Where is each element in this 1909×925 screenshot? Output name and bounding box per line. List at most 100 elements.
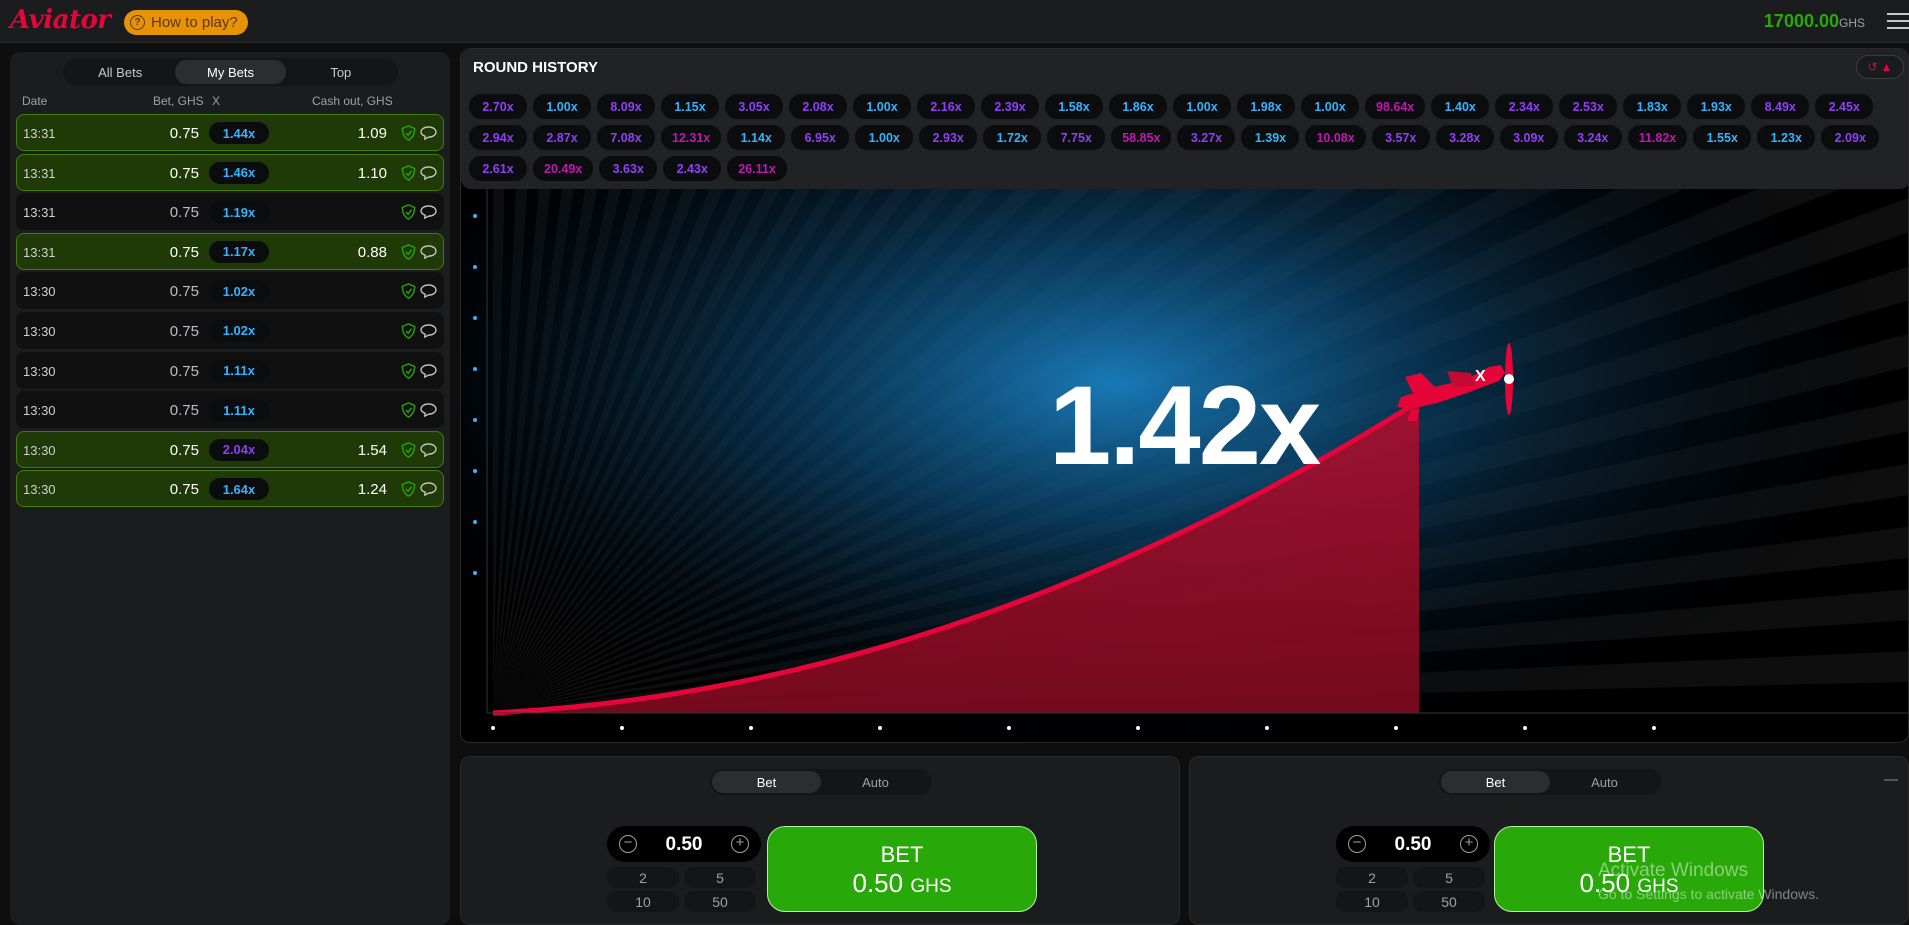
- provably-fair-shield-icon[interactable]: [401, 481, 416, 498]
- round-history-chip[interactable]: 12.31x: [661, 125, 722, 150]
- round-history-chip[interactable]: 2.09x: [1821, 125, 1880, 150]
- tab-auto[interactable]: Auto: [1550, 771, 1659, 793]
- round-history-chip[interactable]: 3.27x: [1177, 125, 1236, 150]
- quick-amount-button[interactable]: 10: [1336, 891, 1408, 912]
- tab-bet[interactable]: Bet: [712, 771, 821, 793]
- round-history-chip[interactable]: 1.83x: [1623, 94, 1682, 119]
- chat-bubble-icon[interactable]: [420, 443, 437, 457]
- bet-row-amount: 0.75: [169, 243, 199, 261]
- round-history-chip[interactable]: 2.39x: [981, 94, 1039, 119]
- round-history-chip[interactable]: 1.58x: [1045, 94, 1103, 119]
- round-history-chip[interactable]: 8.09x: [597, 94, 655, 119]
- round-history-chip[interactable]: 11.82x: [1627, 125, 1688, 150]
- bet-row-cashout: 0.88: [357, 243, 387, 261]
- round-history-chip[interactable]: 1.00x: [533, 94, 591, 119]
- round-history-chip[interactable]: 3.24x: [1563, 125, 1622, 150]
- tab-auto[interactable]: Auto: [821, 771, 930, 793]
- round-history-chip[interactable]: 2.43x: [663, 156, 722, 181]
- round-history-chip[interactable]: 1.00x: [853, 94, 911, 119]
- remove-panel-icon[interactable]: [1884, 779, 1898, 781]
- provably-fair-shield-icon[interactable]: [401, 402, 416, 419]
- quick-amount-button[interactable]: 50: [684, 891, 756, 912]
- round-history-chip[interactable]: 8.49x: [1751, 94, 1810, 119]
- round-history-chip[interactable]: 26.11x: [727, 156, 787, 181]
- round-history-chip[interactable]: 2.34x: [1495, 94, 1554, 119]
- round-history-chip[interactable]: 1.00x: [1301, 94, 1359, 119]
- round-history-chip[interactable]: 20.49x: [533, 156, 594, 181]
- quick-amount-button[interactable]: 10: [607, 891, 679, 912]
- aviator-logo[interactable]: Aviator: [10, 5, 111, 35]
- bet-row-multiplier: 1.02x: [209, 319, 269, 342]
- round-history-chip[interactable]: 2.08x: [789, 94, 847, 119]
- bet-row-date: 13:30: [23, 323, 56, 339]
- round-history-chip[interactable]: 1.39x: [1241, 125, 1300, 150]
- round-history-chip[interactable]: 2.61x: [469, 156, 527, 181]
- bet-row-cashout: 1.54: [357, 441, 387, 459]
- round-history-chip[interactable]: 2.16x: [917, 94, 975, 119]
- provably-fair-shield-icon[interactable]: [401, 283, 416, 300]
- chat-bubble-icon[interactable]: [420, 126, 437, 140]
- round-history-chip[interactable]: 1.72x: [983, 125, 1042, 150]
- round-history-chip[interactable]: 3.28x: [1435, 125, 1494, 150]
- provably-fair-shield-icon[interactable]: [401, 323, 416, 339]
- how-to-play-button[interactable]: ? How to play?: [124, 10, 248, 35]
- round-history-chip[interactable]: 1.00x: [855, 125, 914, 150]
- bet-row-multiplier: 2.04x: [209, 438, 269, 461]
- chat-bubble-icon[interactable]: [420, 482, 437, 497]
- plus-icon[interactable]: +: [731, 835, 749, 853]
- chat-bubble-icon[interactable]: [420, 165, 437, 180]
- round-history-chip[interactable]: 2.94x: [469, 125, 527, 150]
- round-history-chip[interactable]: 1.98x: [1237, 94, 1295, 119]
- chat-bubble-icon[interactable]: [420, 403, 437, 418]
- quick-amount-button[interactable]: 5: [1413, 867, 1485, 888]
- tab-top[interactable]: Top: [286, 60, 396, 84]
- provably-fair-shield-icon[interactable]: [401, 125, 416, 141]
- quick-amount-button[interactable]: 2: [607, 867, 679, 888]
- history-toggle-button[interactable]: ↺ ▲: [1856, 55, 1904, 79]
- chat-bubble-icon[interactable]: [420, 363, 437, 378]
- tab-all-bets[interactable]: All Bets: [65, 60, 175, 84]
- quick-amount-button[interactable]: 50: [1413, 891, 1485, 912]
- quick-amount-button[interactable]: 5: [684, 867, 756, 888]
- provably-fair-shield-icon[interactable]: [401, 164, 416, 181]
- round-history-chip[interactable]: 1.15x: [661, 94, 719, 119]
- round-history-chip[interactable]: 2.70x: [469, 94, 527, 119]
- round-history-chip[interactable]: 2.93x: [919, 125, 978, 150]
- round-history-chip[interactable]: 1.00x: [1173, 94, 1231, 119]
- round-history-chip[interactable]: 2.45x: [1815, 94, 1874, 119]
- round-history-chip[interactable]: 1.93x: [1687, 94, 1746, 119]
- chat-bubble-icon[interactable]: [420, 245, 437, 259]
- tab-bet[interactable]: Bet: [1441, 771, 1550, 793]
- round-history-chip[interactable]: 3.09x: [1499, 125, 1558, 150]
- hamburger-menu-icon[interactable]: [1887, 13, 1909, 29]
- round-history-chip[interactable]: 1.14x: [727, 125, 786, 150]
- round-history-chip[interactable]: 3.05x: [725, 94, 783, 119]
- round-history-chip[interactable]: 6.95x: [791, 125, 850, 150]
- round-history-chip[interactable]: 1.86x: [1109, 94, 1167, 119]
- round-history-chip[interactable]: 58.85x: [1111, 125, 1172, 150]
- chat-bubble-icon[interactable]: [420, 324, 437, 338]
- round-history-chip[interactable]: 1.55x: [1693, 125, 1752, 150]
- round-history-chip[interactable]: 7.08x: [597, 125, 655, 150]
- bet-row-date: 13:30: [23, 482, 56, 498]
- round-history-chip[interactable]: 2.87x: [533, 125, 591, 150]
- round-history-chip[interactable]: 7.75x: [1047, 125, 1106, 150]
- plus-icon[interactable]: +: [1460, 835, 1478, 853]
- chat-bubble-icon[interactable]: [420, 284, 437, 299]
- tab-my-bets[interactable]: My Bets: [175, 60, 286, 84]
- round-history-chip[interactable]: 3.63x: [599, 156, 658, 181]
- provably-fair-shield-icon[interactable]: [401, 441, 416, 458]
- provably-fair-shield-icon[interactable]: [401, 204, 416, 221]
- round-history-chip[interactable]: 3.57x: [1371, 125, 1430, 150]
- round-history-chip[interactable]: 2.53x: [1559, 94, 1618, 119]
- round-history-chip[interactable]: 98.64x: [1365, 94, 1426, 119]
- bet-button[interactable]: BET 0.50 GHS: [767, 826, 1037, 912]
- round-history-chip[interactable]: 1.23x: [1757, 125, 1816, 150]
- round-history-chip[interactable]: 10.08x: [1305, 125, 1366, 150]
- provably-fair-shield-icon[interactable]: [401, 243, 416, 260]
- chat-bubble-icon[interactable]: [420, 205, 437, 220]
- bet-row-date: 13:30: [23, 284, 56, 300]
- round-history-chip[interactable]: 1.40x: [1431, 94, 1490, 119]
- provably-fair-shield-icon[interactable]: [401, 362, 416, 379]
- quick-amount-button[interactable]: 2: [1336, 867, 1408, 888]
